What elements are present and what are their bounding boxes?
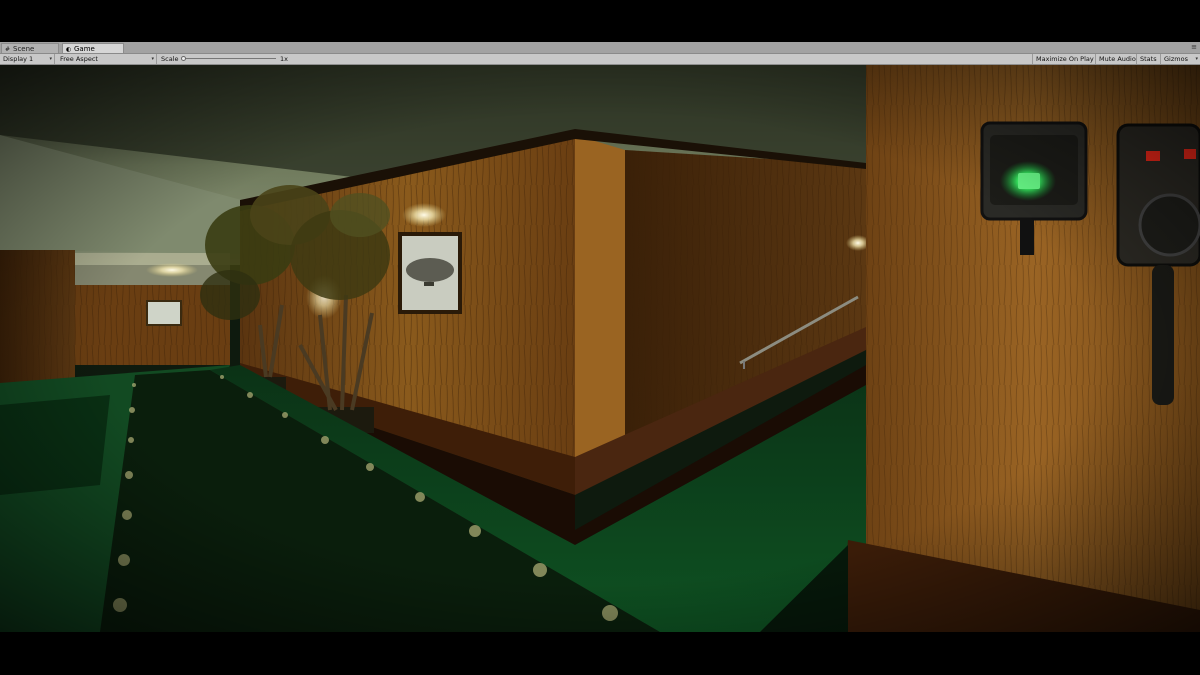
tab-scene-label: Scene [13, 45, 35, 53]
tab-game[interactable]: ◐ Game [62, 43, 124, 53]
display-dropdown[interactable]: Display 1 ▾ [0, 54, 55, 64]
gizmos-dropdown[interactable]: Gizmos ▾ [1160, 54, 1200, 64]
chevron-down-icon: ▾ [151, 56, 154, 62]
aspect-dropdown-label: Free Aspect [60, 55, 98, 63]
stats-button[interactable]: Stats [1136, 54, 1160, 64]
chevron-down-icon: ▾ [1195, 56, 1198, 62]
gizmos-label: Gizmos [1164, 55, 1188, 63]
vignette-overlay [0, 65, 1200, 632]
tab-scene[interactable]: # Scene [1, 43, 59, 53]
display-dropdown-label: Display 1 [3, 55, 34, 63]
letterbox-top [0, 0, 1200, 42]
scale-label: Scale [161, 55, 179, 63]
game-viewport[interactable] [0, 65, 1200, 632]
scale-value: 1x [280, 55, 288, 63]
window-menu-icon[interactable]: ≡ [1191, 43, 1197, 52]
tab-game-label: Game [74, 45, 95, 53]
scale-slider-thumb[interactable] [181, 56, 186, 61]
mute-audio-button[interactable]: Mute Audio [1095, 54, 1136, 64]
scale-slider-track[interactable] [183, 58, 276, 59]
editor-tab-bar: # Scene ◐ Game ≡ [0, 42, 1200, 54]
game-toolbar: Display 1 ▾ Free Aspect ▾ Scale 1x Maxim… [0, 54, 1200, 65]
aspect-dropdown[interactable]: Free Aspect ▾ [57, 54, 157, 64]
chevron-down-icon: ▾ [49, 56, 52, 62]
letterbox-bottom [0, 632, 1200, 675]
maximize-on-play-button[interactable]: Maximize On Play [1032, 54, 1095, 64]
